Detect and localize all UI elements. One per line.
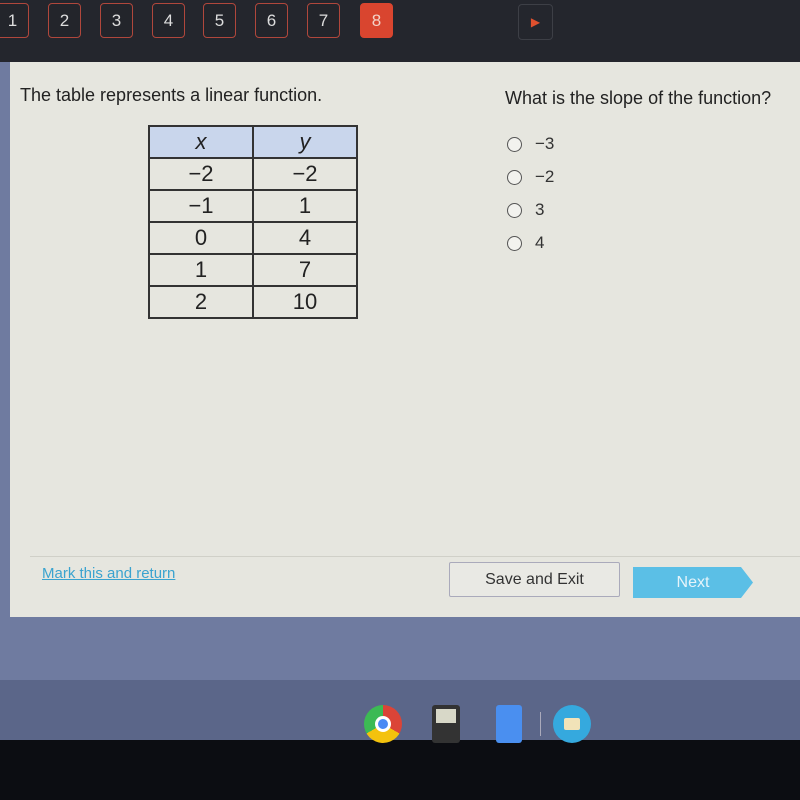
calculator-icon[interactable] xyxy=(432,705,460,743)
question-nav-bar: 1 2 3 4 5 6 7 8 ▶ xyxy=(0,0,800,62)
save-and-exit-button[interactable]: Save and Exit xyxy=(449,562,620,597)
radio-button[interactable] xyxy=(507,136,522,152)
question-panel xyxy=(10,62,800,617)
table-row: 17 xyxy=(148,253,358,287)
question-3-button[interactable]: 3 xyxy=(100,3,133,38)
table-row: 04 xyxy=(148,221,358,255)
cell: −1 xyxy=(148,189,254,223)
question-5-button[interactable]: 5 xyxy=(203,3,236,38)
question-7-button[interactable]: 7 xyxy=(307,3,340,38)
table-row: −2 −2 xyxy=(148,157,358,191)
docs-icon[interactable] xyxy=(496,705,522,743)
chrome-icon[interactable] xyxy=(364,705,402,743)
option-1[interactable]: −3 xyxy=(507,134,554,154)
nav-next-button[interactable]: ▶ xyxy=(518,4,553,40)
divider xyxy=(30,556,800,557)
cell: 1 xyxy=(148,253,254,287)
option-label: 3 xyxy=(535,200,545,219)
question-2-button[interactable]: 2 xyxy=(48,3,81,38)
function-table: x y −2 −2 −1 1 04 17 2 10 xyxy=(148,125,358,319)
cell: 10 xyxy=(252,285,358,319)
next-button[interactable]: Next xyxy=(633,567,753,598)
option-3[interactable]: 3 xyxy=(507,200,544,220)
option-label: −3 xyxy=(535,134,555,153)
question-4-button[interactable]: 4 xyxy=(152,3,185,38)
prompt-text: The table represents a linear function. xyxy=(20,85,323,105)
mark-and-return-link[interactable]: Mark this and return xyxy=(42,565,175,582)
table-row: −1 1 xyxy=(148,189,358,223)
table-header: x y xyxy=(148,125,358,159)
question-text: What is the slope of the function? xyxy=(505,88,772,108)
option-label: −2 xyxy=(535,167,555,186)
radio-button[interactable] xyxy=(507,235,522,251)
shelf-separator xyxy=(540,712,541,736)
radio-button[interactable] xyxy=(507,169,522,185)
cell: −2 xyxy=(252,157,358,191)
cell: −2 xyxy=(148,157,254,191)
option-label: 4 xyxy=(535,233,545,252)
option-2[interactable]: −2 xyxy=(507,167,554,187)
question-6-button[interactable]: 6 xyxy=(255,3,288,38)
radio-button[interactable] xyxy=(507,202,522,218)
cell: 0 xyxy=(148,221,254,255)
files-icon[interactable] xyxy=(553,705,591,743)
cell: 1 xyxy=(252,189,358,223)
question-8-button[interactable]: 8 xyxy=(360,3,393,38)
cell: 2 xyxy=(148,285,254,319)
cell: 7 xyxy=(252,253,358,287)
question-1-button[interactable]: 1 xyxy=(0,3,29,38)
play-triangle-icon: ▶ xyxy=(530,15,541,29)
table-row: 2 10 xyxy=(148,285,358,319)
cell: 4 xyxy=(252,221,358,255)
option-4[interactable]: 4 xyxy=(507,233,544,253)
header-x: x xyxy=(148,125,254,159)
header-y: y xyxy=(252,125,358,159)
